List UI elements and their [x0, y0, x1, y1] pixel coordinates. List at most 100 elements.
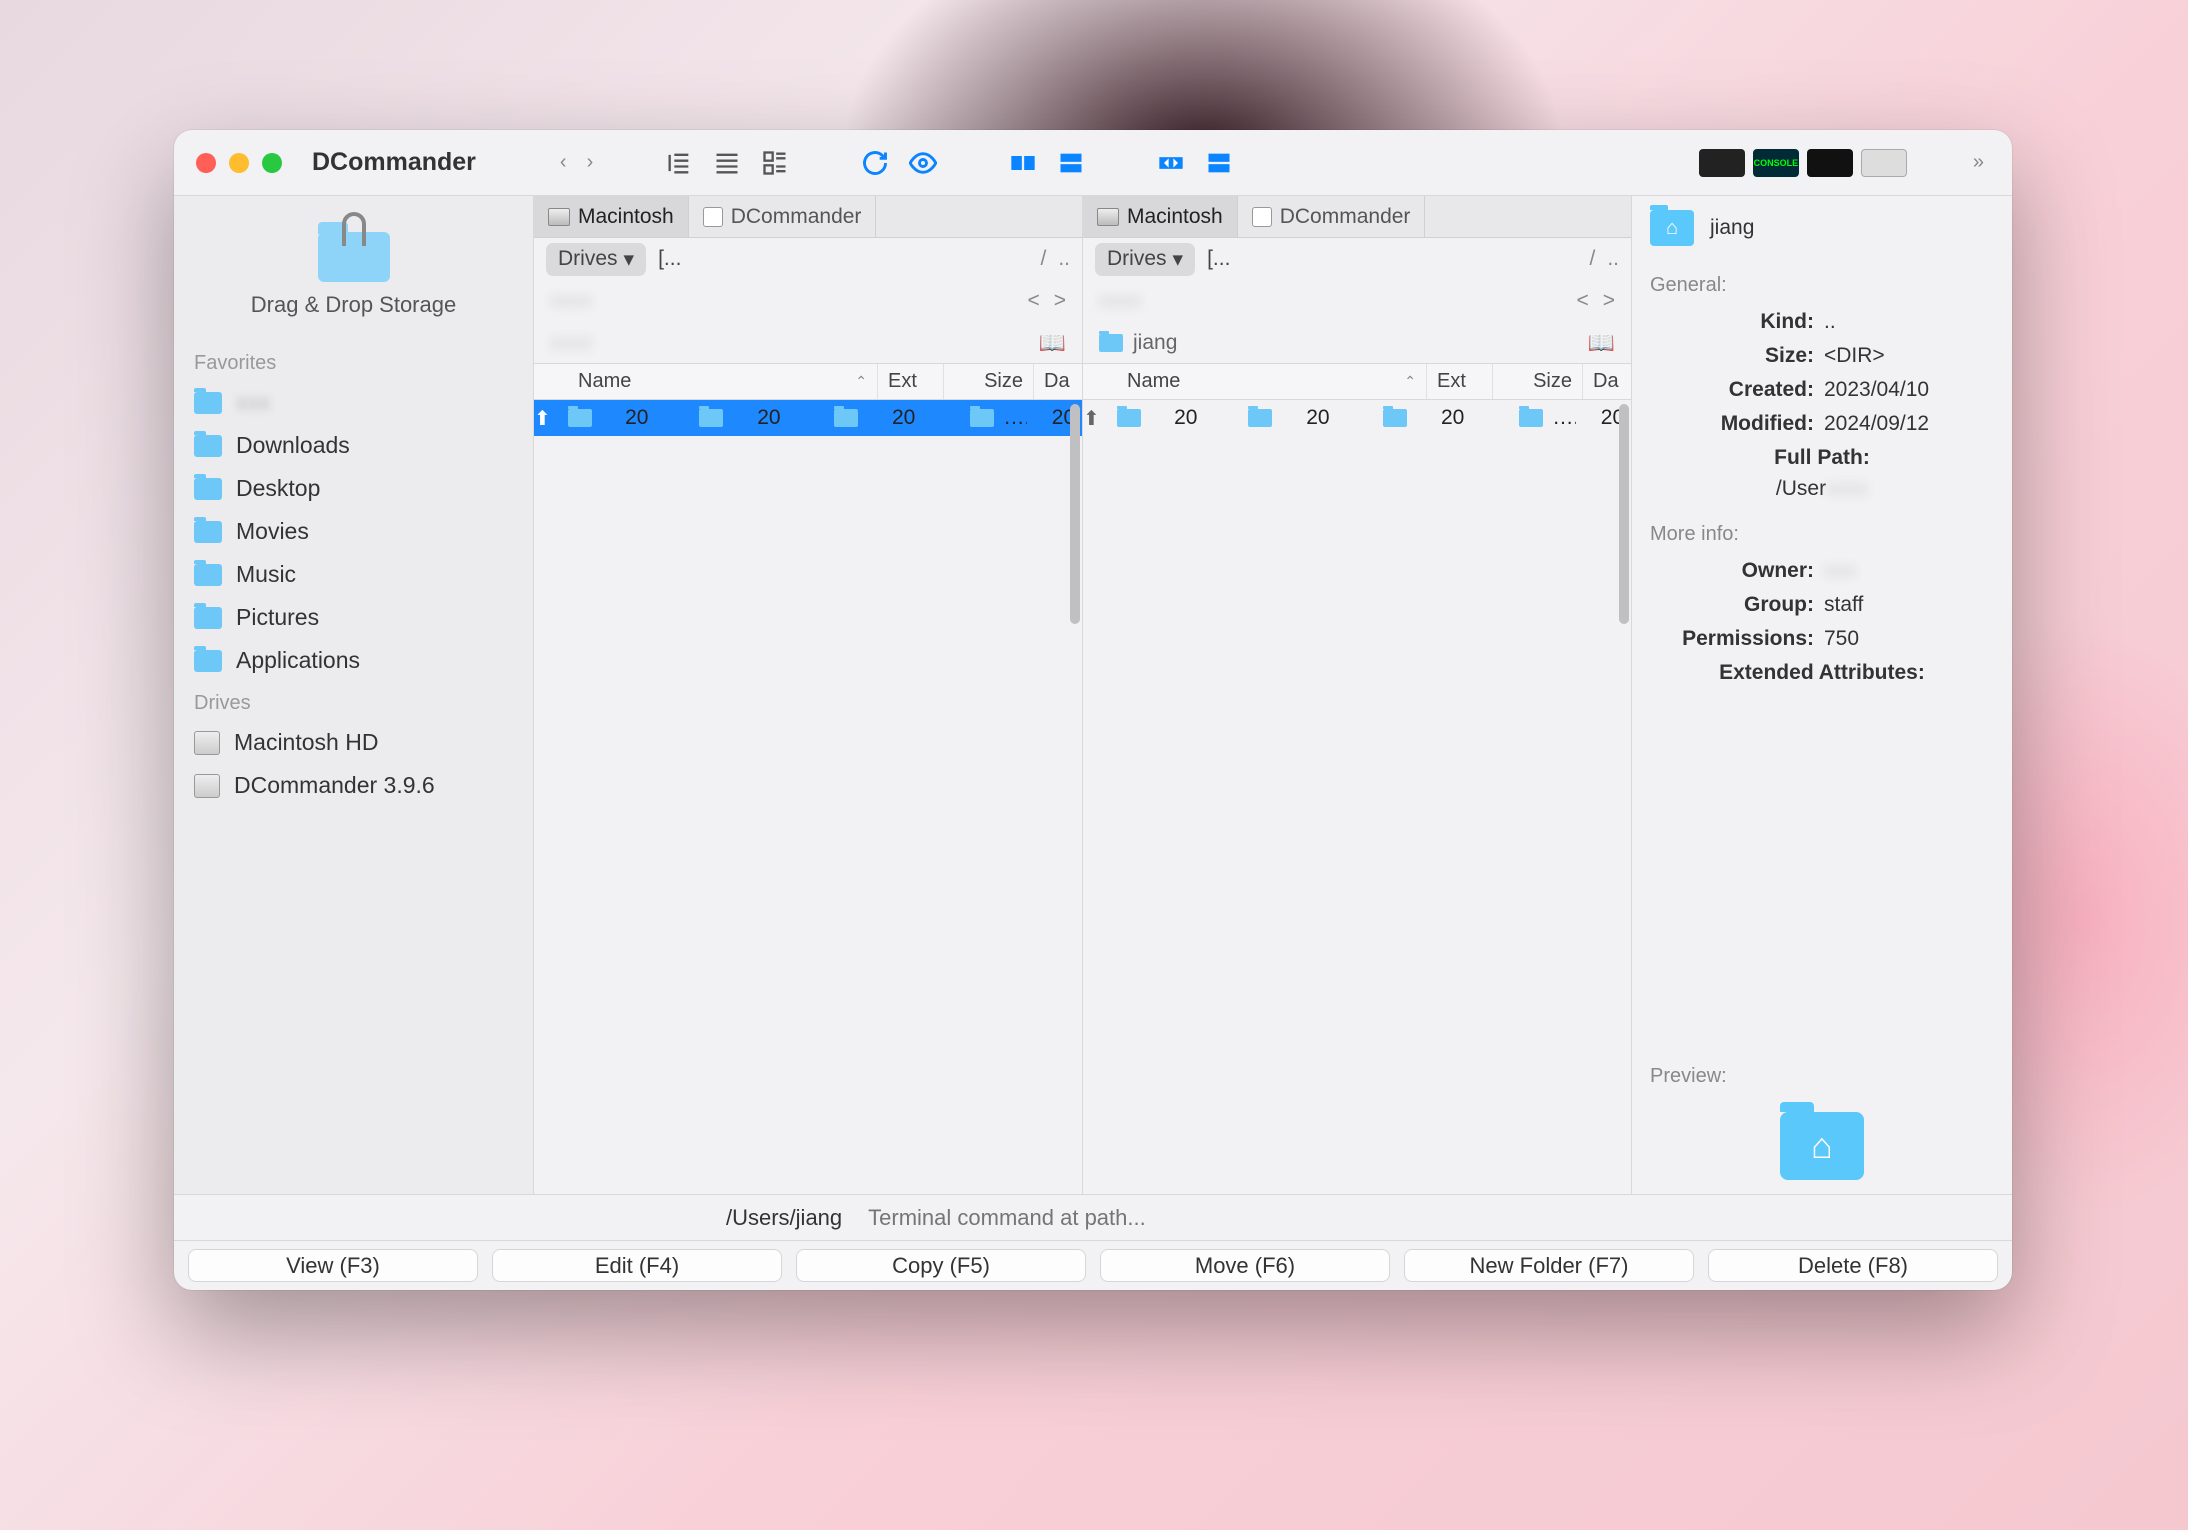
- dmg-icon: [703, 207, 723, 227]
- tab-label: DCommander: [1280, 205, 1411, 229]
- file-row[interactable]: .android 20 .cache 20 .config 20 .idapro…: [1239, 400, 1631, 436]
- path-segment[interactable]: xxxx: [550, 289, 592, 313]
- sidebar-favorite-item[interactable]: Downloads: [174, 424, 533, 467]
- panel-tab[interactable]: Macintosh: [1083, 196, 1238, 237]
- sidebar-favorite-item[interactable]: Desktop: [174, 467, 533, 510]
- file-row[interactable]: ⬆ .. .adobe 20 .android 20 .cache 20 .co…: [1083, 400, 1631, 436]
- sidebar-favorite-item[interactable]: Pictures: [174, 596, 533, 639]
- file-list[interactable]: ⬆ .. .adobe 20 .android 20 .cache 20 .co…: [1083, 400, 1631, 1194]
- bookmark-icon[interactable]: 📖: [1039, 330, 1066, 356]
- file-row[interactable]: .adobe 20 .android 20 .cache 20 .config …: [1108, 400, 1631, 436]
- fn-button[interactable]: Move (F6): [1100, 1249, 1390, 1282]
- file-row[interactable]: ⬆ .. .adobe 20 .android 20 .cache 20 .co…: [534, 400, 1082, 436]
- fn-button[interactable]: Edit (F4): [492, 1249, 782, 1282]
- drives-dropdown[interactable]: Drives▾: [1095, 243, 1195, 276]
- view-full-icon[interactable]: [707, 145, 747, 181]
- history-back[interactable]: <: [1027, 289, 1039, 313]
- view-brief-icon[interactable]: [659, 145, 699, 181]
- fn-button[interactable]: Delete (F8): [1708, 1249, 1998, 1282]
- file-size: 20: [733, 406, 824, 430]
- sidebar-favorite-item[interactable]: Applications: [174, 639, 533, 682]
- home-folder-icon: ⌂: [1650, 210, 1694, 246]
- path-segment[interactable]: xxxx: [1099, 289, 1141, 313]
- history-forward[interactable]: >: [1054, 289, 1066, 313]
- folder-icon: [194, 521, 222, 543]
- quicklook-icon[interactable]: [903, 145, 943, 181]
- scrollbar[interactable]: [1068, 400, 1080, 1194]
- drives-header: Drives: [174, 682, 533, 721]
- current-folder-row: xxxx 📖: [534, 322, 1082, 364]
- sidebar-favorite-item[interactable]: Movies: [174, 510, 533, 553]
- breadcrumb[interactable]: [...: [658, 247, 681, 271]
- drives-dropdown[interactable]: Drives▾: [546, 243, 646, 276]
- window-controls: [196, 153, 282, 173]
- bookmark-icon[interactable]: 📖: [1588, 330, 1615, 356]
- sidebar-drive-item[interactable]: Macintosh HD: [174, 721, 533, 764]
- history-back[interactable]: <: [1576, 289, 1588, 313]
- fn-button[interactable]: New Folder (F7): [1404, 1249, 1694, 1282]
- file-name: .config: [1553, 406, 1576, 430]
- console-tool-icon[interactable]: CONSOLE: [1753, 149, 1799, 177]
- col-ext[interactable]: Ext: [878, 364, 944, 399]
- view-thumbnail-icon[interactable]: [755, 145, 795, 181]
- panel-tab[interactable]: DCommander: [1238, 196, 1426, 237]
- col-size[interactable]: Size: [1493, 364, 1583, 399]
- sidebar-item-label: Music: [236, 561, 296, 588]
- panel-tabs: MacintoshDCommander: [534, 196, 1082, 238]
- col-name[interactable]: Name⌃: [1083, 364, 1427, 399]
- folder-icon: [194, 392, 222, 414]
- nav-forward-button[interactable]: ›: [581, 151, 600, 174]
- panel-tab[interactable]: Macintosh: [534, 196, 689, 237]
- chevron-down-icon: ▾: [1173, 247, 1184, 272]
- history-forward[interactable]: >: [1603, 289, 1615, 313]
- file-row[interactable]: .config 20 .idapro 20 .local 20 .mono 20…: [1509, 400, 1631, 436]
- folder-icon: [194, 650, 222, 672]
- panel-tab[interactable]: DCommander: [689, 196, 877, 237]
- file-row[interactable]: .config 20 .idapro 20 .local 20 .mono 20…: [960, 400, 1082, 436]
- file-row[interactable]: .android 20 .cache 20 .config 20 .idapro…: [690, 400, 1082, 436]
- sync-icon[interactable]: [855, 145, 895, 181]
- file-date: 20: [1149, 406, 1197, 430]
- activity-tool-icon[interactable]: [1807, 149, 1853, 177]
- scrollbar[interactable]: [1617, 400, 1629, 1194]
- folder-icon: [1248, 409, 1272, 427]
- col-ext[interactable]: Ext: [1427, 364, 1493, 399]
- sidebar-item-label: Downloads: [236, 432, 350, 459]
- file-list[interactable]: ⬆ .. .adobe 20 .android 20 .cache 20 .co…: [534, 400, 1082, 1194]
- col-name[interactable]: Name⌃: [534, 364, 878, 399]
- terminal-input[interactable]: [860, 1201, 1998, 1235]
- col-size[interactable]: Size: [944, 364, 1034, 399]
- file-row[interactable]: .cache 20 .config 20 .idapro 20 .local 2…: [824, 400, 1082, 436]
- swap-panels-icon[interactable]: [1151, 145, 1191, 181]
- path-separator: /: [1589, 247, 1595, 271]
- sidebar-favorite-item[interactable]: xxx: [174, 381, 533, 424]
- file-size: 20: [1282, 406, 1373, 430]
- fn-button[interactable]: Copy (F5): [796, 1249, 1086, 1282]
- info-modified-value: 2024/09/12: [1824, 412, 1994, 436]
- nav-back-button[interactable]: ‹: [554, 151, 573, 174]
- sidebar-drive-item[interactable]: DCommander 3.9.6: [174, 764, 533, 807]
- file-row[interactable]: .adobe 20 .android 20 .cache 20 .config …: [559, 400, 1082, 436]
- toolbar-overflow-icon[interactable]: »: [1967, 151, 1990, 174]
- titlebar: DCommander ‹ › CONSOLE: [174, 130, 2012, 196]
- stacked-pane-icon[interactable]: [1051, 145, 1091, 181]
- dual-pane-icon[interactable]: [1003, 145, 1043, 181]
- col-date[interactable]: Da: [1034, 364, 1082, 399]
- current-folder-row: jiang 📖: [1083, 322, 1631, 364]
- path-up[interactable]: ..: [1607, 247, 1619, 271]
- path-up[interactable]: ..: [1058, 247, 1070, 271]
- equal-panels-icon[interactable]: [1199, 145, 1239, 181]
- fn-button[interactable]: View (F3): [188, 1249, 478, 1282]
- sidebar-item-label: xxx: [236, 389, 271, 416]
- zoom-button[interactable]: [262, 153, 282, 173]
- file-row[interactable]: .cache 20 .config 20 .idapro 20 .local 2…: [1373, 400, 1631, 436]
- col-date[interactable]: Da: [1583, 364, 1631, 399]
- close-button[interactable]: [196, 153, 216, 173]
- diskutil-tool-icon[interactable]: [1861, 149, 1907, 177]
- sidebar-item-label: DCommander 3.9.6: [234, 772, 435, 799]
- sidebar-favorite-item[interactable]: Music: [174, 553, 533, 596]
- breadcrumb[interactable]: [...: [1207, 247, 1230, 271]
- drop-storage[interactable]: Drag & Drop Storage: [174, 210, 533, 342]
- terminal-tool-icon[interactable]: [1699, 149, 1745, 177]
- minimize-button[interactable]: [229, 153, 249, 173]
